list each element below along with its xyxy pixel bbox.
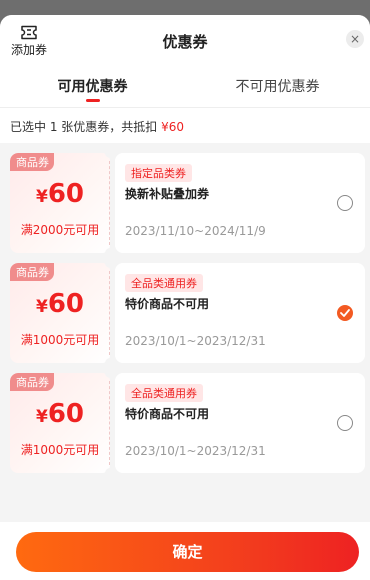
check-icon xyxy=(340,309,350,317)
summary-text: 已选中 1 张优惠券，共抵扣 xyxy=(10,120,162,134)
summary-amount: ¥60 xyxy=(161,120,184,134)
confirm-button[interactable]: 确定 xyxy=(16,532,359,572)
coupon-value-panel: 商品券 ¥60 满2000元可用 xyxy=(10,153,110,253)
coupon-value: 60 xyxy=(47,289,85,319)
currency-symbol: ¥ xyxy=(35,297,48,317)
coupon-select-radio[interactable] xyxy=(337,415,353,431)
coupon-condition: 满2000元可用 xyxy=(20,223,100,237)
coupon-card[interactable]: 商品券 ¥60 满2000元可用 指定品类券 换新补贴叠加券 2023/11/1… xyxy=(10,148,365,258)
sheet-title: 优惠券 xyxy=(162,33,208,51)
coupon-price: ¥60 xyxy=(10,399,110,429)
coupon-condition: 满1000元可用 xyxy=(20,333,100,347)
coupon-detail-panel: 全品类通用券 特价商品不可用 2023/10/1~2023/12/31 xyxy=(115,263,365,363)
coupon-type-tag: 商品券 xyxy=(10,373,54,391)
sheet-footer: 确定 xyxy=(0,522,370,580)
coupon-notch xyxy=(105,148,115,158)
coupon-tabs: 可用优惠券 不可用优惠券 xyxy=(0,65,370,108)
coupon-validity: 2023/10/1~2023/12/31 xyxy=(125,334,266,348)
coupon-category-badge: 全品类通用券 xyxy=(125,384,203,402)
currency-symbol: ¥ xyxy=(35,407,48,427)
coupon-value-panel: 商品券 ¥60 满1000元可用 xyxy=(10,373,110,473)
coupon-divider xyxy=(109,161,110,245)
coupon-divider xyxy=(109,381,110,465)
coupon-card[interactable]: 商品券 ¥60 满1000元可用 全品类通用券 特价商品不可用 2023/10/… xyxy=(10,368,365,478)
coupon-notch xyxy=(105,258,115,268)
coupon-notch xyxy=(105,248,115,258)
coupon-name: 特价商品不可用 xyxy=(125,297,210,311)
tab-unavailable[interactable]: 不可用优惠券 xyxy=(185,65,370,107)
coupon-validity: 2023/11/10~2024/11/9 xyxy=(125,224,266,238)
coupon-card[interactable]: 商品券 ¥60 满1000元可用 全品类通用券 特价商品不可用 2023/10/… xyxy=(10,258,365,368)
tab-available[interactable]: 可用优惠券 xyxy=(0,65,185,107)
currency-symbol: ¥ xyxy=(35,187,48,207)
selection-summary: 已选中 1 张优惠券，共抵扣 ¥60 xyxy=(0,108,370,143)
coupon-notch xyxy=(105,368,115,378)
coupon-value: 60 xyxy=(47,399,85,429)
coupon-type-tag: 商品券 xyxy=(10,153,54,171)
coupon-divider xyxy=(109,271,110,355)
coupon-price: ¥60 xyxy=(10,289,110,319)
coupon-category-badge: 指定品类券 xyxy=(125,164,192,182)
coupon-notch xyxy=(105,358,115,368)
sheet-header: 添加券 优惠券 × xyxy=(0,15,370,65)
close-icon[interactable]: × xyxy=(346,30,364,48)
coupon-select-radio[interactable] xyxy=(337,305,353,321)
coupon-price: ¥60 xyxy=(10,179,110,209)
coupon-detail-panel: 全品类通用券 特价商品不可用 2023/10/1~2023/12/31 xyxy=(115,373,365,473)
coupon-name: 换新补贴叠加券 xyxy=(125,187,210,201)
coupon-condition: 满1000元可用 xyxy=(20,443,100,457)
coupon-notch xyxy=(105,468,115,478)
coupon-select-radio[interactable] xyxy=(337,195,353,211)
coupon-value: 60 xyxy=(47,179,85,209)
coupon-list: 商品券 ¥60 满2000元可用 指定品类券 换新补贴叠加券 2023/11/1… xyxy=(0,143,370,478)
coupon-name: 特价商品不可用 xyxy=(125,407,210,421)
coupon-value-panel: 商品券 ¥60 满1000元可用 xyxy=(10,263,110,363)
coupon-type-tag: 商品券 xyxy=(10,263,54,281)
coupon-validity: 2023/10/1~2023/12/31 xyxy=(125,444,266,458)
coupon-category-badge: 全品类通用券 xyxy=(125,274,203,292)
coupon-sheet: 添加券 优惠券 × 可用优惠券 不可用优惠券 已选中 1 张优惠券，共抵扣 ¥6… xyxy=(0,15,370,580)
coupon-detail-panel: 指定品类券 换新补贴叠加券 2023/11/10~2024/11/9 xyxy=(115,153,365,253)
